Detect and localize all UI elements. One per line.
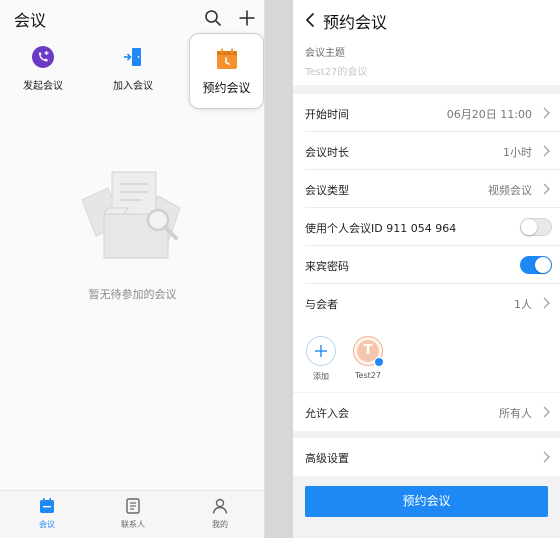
schedule-submit-button[interactable]: 预约会议 (305, 486, 548, 517)
duration-label: 会议时长 (305, 146, 349, 159)
schedule-meeting-button[interactable]: 预约会议 (189, 33, 264, 109)
participants-count: 1人 (514, 298, 532, 311)
home-header: 会议 (0, 0, 264, 36)
plus-icon (315, 345, 327, 357)
allow-join-label: 允许入会 (305, 407, 349, 420)
bottom-tab-bar: 会议 联系人 我的 (0, 490, 264, 538)
chevron-right-icon (543, 145, 550, 157)
back-arrow-icon[interactable] (303, 12, 317, 28)
meeting-home-panel: 会议 发起会议 加入会议 预约会议 暂无待参加的会议 会议 联系人 我的 (0, 0, 265, 538)
chevron-right-icon (543, 297, 550, 309)
tab-meeting[interactable]: 会议 (17, 497, 77, 530)
empty-documents-illustration (81, 171, 181, 259)
toggle-knob (535, 257, 551, 273)
allow-join-row[interactable]: 允许入会 所有人 (293, 393, 560, 431)
join-meeting-label: 加入会议 (113, 81, 153, 92)
phone-plus-icon (32, 46, 54, 68)
chevron-right-icon (543, 406, 550, 418)
tab-me[interactable]: 我的 (190, 497, 250, 530)
plus-icon[interactable] (238, 9, 256, 27)
start-meeting-label: 发起会议 (23, 81, 63, 92)
duration-row[interactable]: 会议时长 1小时 (293, 132, 560, 170)
tab-meeting-label: 会议 (39, 520, 55, 529)
guest-password-toggle[interactable] (520, 256, 552, 274)
meeting-type-row[interactable]: 会议类型 视频会议 (293, 170, 560, 208)
guest-password-row: 来宾密码 (293, 246, 560, 284)
toggle-knob (521, 219, 537, 235)
avatar[interactable]: T (353, 336, 384, 367)
add-participant-button[interactable] (306, 336, 336, 366)
tab-contacts-label: 联系人 (121, 520, 145, 529)
join-door-icon (124, 48, 141, 66)
advanced-settings-label: 高级设置 (305, 452, 349, 465)
start-time-label: 开始时间 (305, 108, 349, 121)
participant-name: Test27 (355, 371, 381, 380)
person-icon (212, 498, 228, 514)
schedule-meeting-label: 预约会议 (202, 81, 251, 95)
calendar-icon (216, 48, 237, 69)
meeting-type-value: 视频会议 (488, 184, 532, 197)
chevron-right-icon (543, 183, 550, 195)
start-time-row[interactable]: 开始时间 06月20日 11:00 (293, 94, 560, 132)
search-icon[interactable] (204, 9, 222, 27)
meeting-topic-input[interactable]: Test27的会议 (305, 63, 367, 78)
participant-list: 添加 T Test27 (293, 322, 560, 392)
advanced-settings-row[interactable]: 高级设置 (293, 438, 560, 476)
personal-id-label: 使用个人会议ID 911 054 964 (305, 222, 457, 235)
tab-contacts[interactable]: 联系人 (103, 497, 163, 530)
meeting-topic-field[interactable]: 会议主题 Test27的会议 (293, 40, 560, 85)
page-title: 会议 (14, 11, 47, 30)
personal-id-toggle[interactable] (520, 218, 552, 236)
personal-id-row: 使用个人会议ID 911 054 964 (293, 208, 560, 246)
guest-password-label: 来宾密码 (305, 260, 349, 273)
start-meeting-button[interactable]: 发起会议 (8, 46, 78, 92)
join-meeting-button[interactable]: 加入会议 (98, 46, 168, 92)
schedule-header: 预约会议 (293, 0, 560, 40)
meeting-type-label: 会议类型 (305, 184, 349, 197)
start-time-value: 06月20日 11:00 (446, 108, 532, 121)
tab-me-label: 我的 (212, 520, 228, 529)
empty-state-text: 暂无待参加的会议 (88, 288, 177, 301)
participants-row[interactable]: 与会者 1人 (293, 284, 560, 322)
add-participant-label: 添加 (313, 372, 329, 381)
page-title: 预约会议 (323, 13, 388, 32)
host-badge-icon (374, 357, 384, 367)
chevron-right-icon (543, 451, 550, 463)
contacts-icon (126, 498, 140, 514)
duration-value: 1小时 (503, 146, 532, 159)
calendar-tab-icon (40, 498, 54, 513)
schedule-meeting-panel: 预约会议 会议主题 Test27的会议 开始时间 06月20日 11:00 会议… (293, 0, 560, 538)
participants-label: 与会者 (305, 298, 338, 311)
allow-join-value: 所有人 (499, 407, 532, 420)
meeting-topic-label: 会议主题 (305, 48, 345, 59)
chevron-right-icon (543, 107, 550, 119)
